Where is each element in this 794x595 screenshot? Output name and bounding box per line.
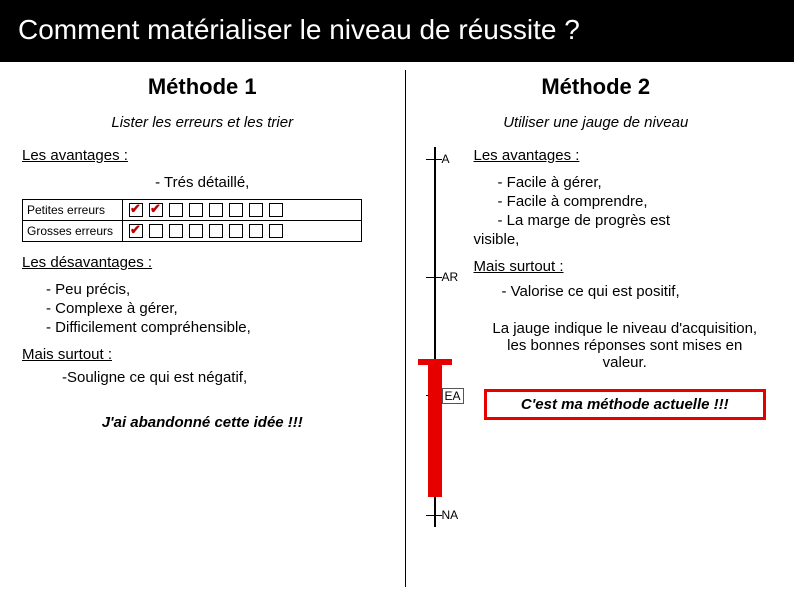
- petites-erreurs-boxes: [123, 200, 362, 221]
- method1-subtitle: Lister les erreurs et les trier: [22, 114, 383, 131]
- method1-advantages-head: Les avantages :: [22, 147, 383, 164]
- content-area: Méthode 1 Lister les erreurs et les trie…: [0, 62, 794, 595]
- method2-subtitle: Utiliser une jauge de niveau: [416, 114, 777, 131]
- checkbox-icon: [209, 224, 223, 238]
- checkbox-icon: [169, 224, 183, 238]
- checkbox-icon: [269, 203, 283, 217]
- method1-title: Méthode 1: [22, 74, 383, 100]
- method2-mais: Mais surtout :: [474, 258, 777, 275]
- method1-column: Méthode 1 Lister les erreurs et les trie…: [0, 62, 405, 595]
- gauge: A AR EA NA: [416, 147, 466, 527]
- method2-advantage-3: - La marge de progrès est: [498, 212, 777, 229]
- method2-current: C'est ma méthode actuelle !!!: [484, 389, 767, 420]
- checkbox-icon: [189, 224, 203, 238]
- checkbox-icon: [249, 224, 263, 238]
- gauge-tick-EA: EA: [442, 388, 464, 404]
- method2-column: Méthode 2 Utiliser une jauge de niveau A…: [406, 62, 794, 595]
- checkbox-icon: [229, 203, 243, 217]
- grosses-erreurs-boxes: [123, 221, 362, 242]
- checkbox-icon: [229, 224, 243, 238]
- method1-mais: Mais surtout :: [22, 346, 383, 363]
- grosses-erreurs-label: Grosses erreurs: [23, 221, 123, 242]
- checkbox-icon: [129, 203, 143, 217]
- petites-erreurs-label: Petites erreurs: [23, 200, 123, 221]
- method1-abandon: J'ai abandonné cette idée !!!: [22, 414, 383, 431]
- method2-title: Méthode 2: [416, 74, 777, 100]
- checkbox-icon: [249, 203, 263, 217]
- checkbox-icon: [269, 224, 283, 238]
- method1-advantage-1: - Trés détaillé,: [22, 174, 383, 191]
- method2-advantage-2: - Facile à comprendre,: [498, 193, 777, 210]
- gauge-tick-A: A: [442, 152, 450, 166]
- gauge-level-fill: [428, 365, 442, 497]
- method1-negative: -Souligne ce qui est négatif,: [62, 369, 383, 386]
- checkbox-icon: [149, 224, 163, 238]
- checkbox-icon: [209, 203, 223, 217]
- checkbox-icon: [149, 203, 163, 217]
- gauge-tick-NA: NA: [442, 508, 459, 522]
- gauge-note: La jauge indique le niveau d'acquisition…: [484, 320, 767, 371]
- error-table: Petites erreurs: [22, 199, 383, 242]
- page-title: Comment matérialiser le niveau de réussi…: [0, 0, 794, 62]
- method1-dis-1: - Peu précis,: [46, 281, 383, 298]
- gauge-tick-AR: AR: [442, 270, 459, 284]
- method1-disadvantages-head: Les désavantages :: [22, 254, 383, 271]
- checkbox-icon: [189, 203, 203, 217]
- method1-dis-2: - Complexe à gérer,: [46, 300, 383, 317]
- method2-advantage-1: - Facile à gérer,: [498, 174, 777, 191]
- method2-advantage-3b: visible,: [474, 231, 777, 248]
- method2-advantages-head: Les avantages :: [474, 147, 777, 164]
- checkbox-icon: [129, 224, 143, 238]
- checkbox-icon: [169, 203, 183, 217]
- method1-dis-3: - Difficilement compréhensible,: [46, 319, 383, 336]
- method2-valorise: - Valorise ce qui est positif,: [502, 283, 777, 300]
